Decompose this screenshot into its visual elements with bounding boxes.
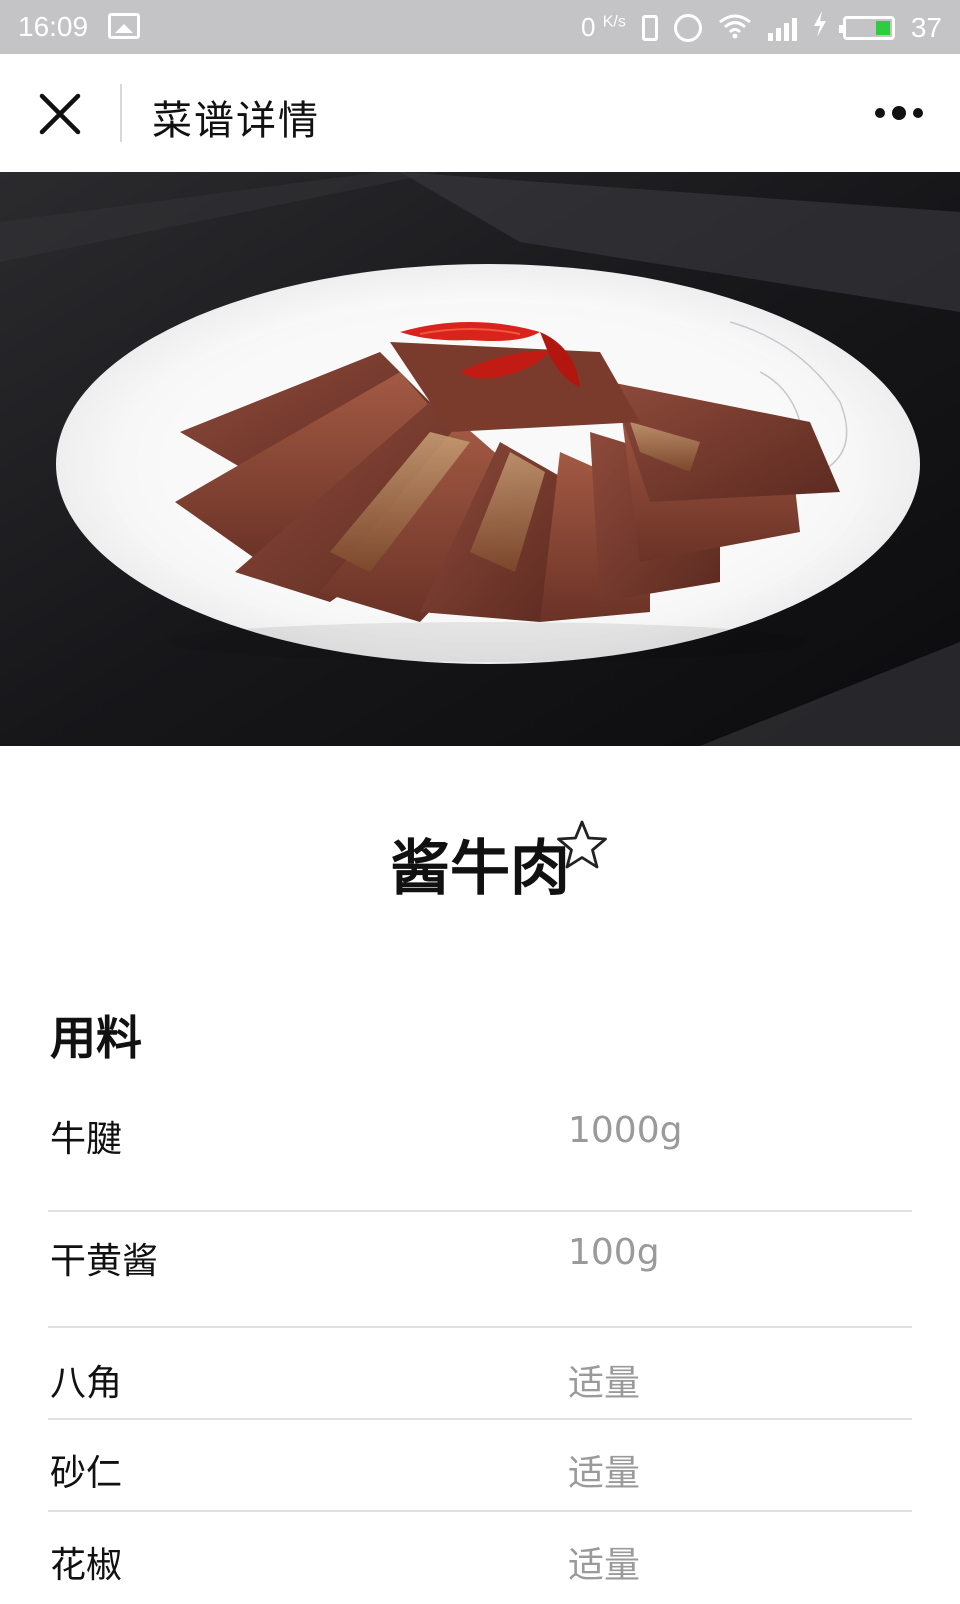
battery-level: 37 bbox=[910, 11, 942, 43]
signal-4g-icon bbox=[767, 15, 797, 41]
ingredient-row: 牛腱 1000g bbox=[48, 1094, 912, 1212]
battery-icon bbox=[838, 15, 895, 40]
more-dots-icon[interactable] bbox=[874, 102, 924, 124]
nav-bar: 菜谱详情 bbox=[0, 54, 960, 173]
ingredient-amount: 适量 bbox=[568, 1453, 641, 1494]
nav-divider bbox=[120, 84, 122, 142]
ingredient-amount: 1000g bbox=[568, 1110, 683, 1151]
image-icon bbox=[108, 13, 140, 39]
ingredient-row: 八角 适量 bbox=[48, 1328, 912, 1420]
recipe-photo bbox=[0, 172, 960, 746]
page-title: 菜谱详情 bbox=[152, 98, 320, 144]
ingredient-row: 干黄酱 100g bbox=[48, 1212, 912, 1328]
ingredient-name: 干黄酱 bbox=[50, 1241, 159, 1282]
status-time: 16:09 bbox=[18, 11, 89, 42]
ingredient-name: 牛腱 bbox=[50, 1119, 123, 1160]
close-icon[interactable] bbox=[36, 90, 84, 138]
net-speed: 0 K/s bbox=[581, 12, 626, 43]
ingredient-row: 花椒 适量 bbox=[48, 1512, 912, 1604]
wifi-icon bbox=[718, 13, 752, 43]
ingredient-list: 牛腱 1000g 干黄酱 100g 八角 适量 砂仁 适量 花椒 适量 bbox=[48, 1094, 912, 1604]
net-speed-value: 0 bbox=[581, 12, 596, 42]
ingredient-amount: 100g bbox=[568, 1232, 660, 1273]
recipe-title: 酱牛肉 bbox=[0, 820, 960, 907]
net-speed-unit: K/s bbox=[602, 13, 626, 31]
ingredient-name: 砂仁 bbox=[50, 1453, 123, 1494]
charging-icon bbox=[813, 11, 827, 44]
status-bar: 16:09 0 K/s 37 bbox=[0, 0, 960, 54]
ingredient-row: 砂仁 适量 bbox=[48, 1420, 912, 1512]
ingredient-name: 八角 bbox=[50, 1363, 123, 1404]
status-icons: 0 K/s 37 bbox=[581, 11, 942, 44]
star-outline-icon[interactable] bbox=[554, 818, 610, 874]
ingredients-heading: 用料 bbox=[50, 1011, 142, 1065]
vibrate-icon bbox=[641, 14, 658, 41]
ingredient-amount: 适量 bbox=[568, 1545, 641, 1586]
ingredient-name: 花椒 bbox=[50, 1545, 123, 1586]
alarm-icon bbox=[673, 13, 702, 42]
recipe-title-text: 酱牛肉 bbox=[390, 834, 570, 904]
ingredient-amount: 适量 bbox=[568, 1363, 641, 1404]
